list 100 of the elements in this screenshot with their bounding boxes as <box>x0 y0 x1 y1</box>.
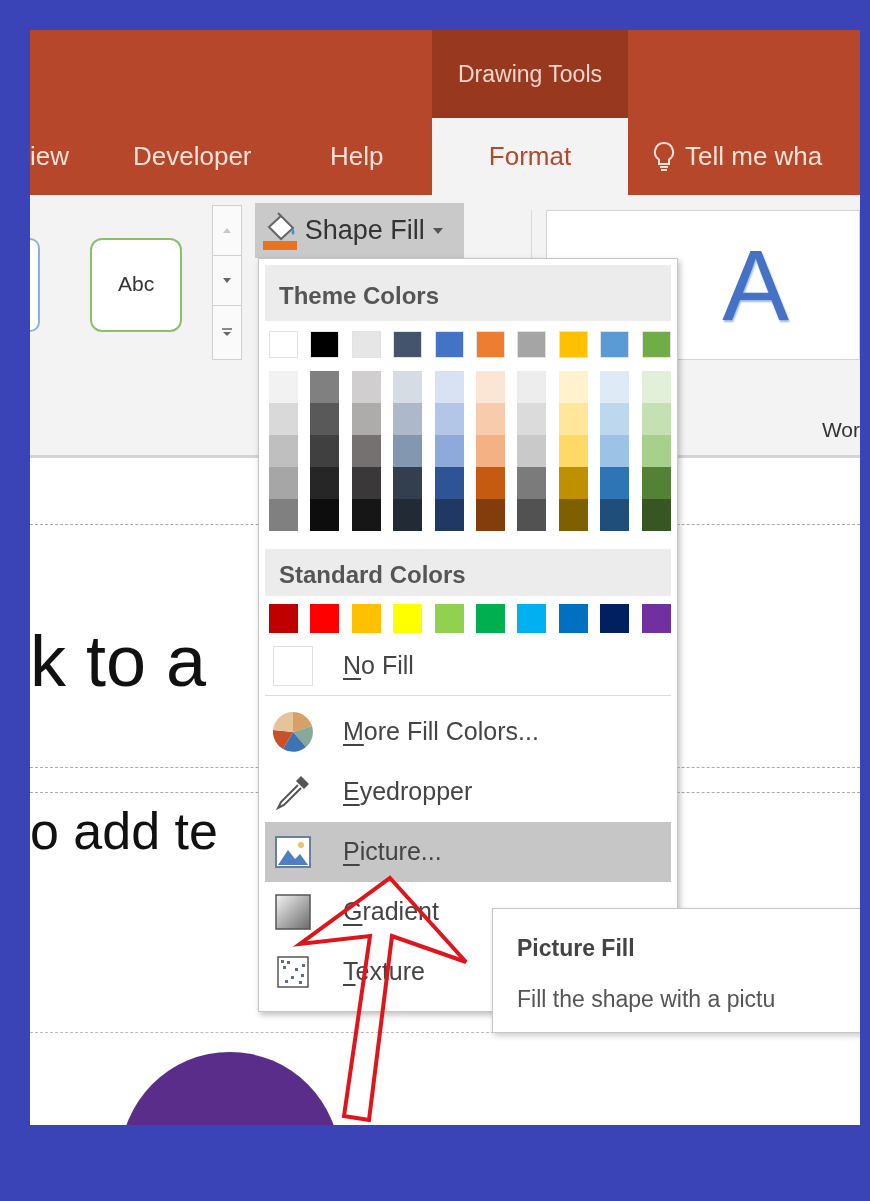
color-swatch[interactable] <box>558 331 588 358</box>
color-swatch[interactable] <box>641 435 671 467</box>
color-swatch[interactable] <box>475 604 505 633</box>
color-swatch[interactable] <box>393 499 423 531</box>
color-swatch[interactable] <box>434 467 464 499</box>
color-swatch[interactable] <box>351 403 381 435</box>
section-header: Standard Colors <box>265 549 671 596</box>
color-swatch[interactable] <box>517 435 547 467</box>
menu-item[interactable]: No Fill <box>265 641 671 691</box>
color-swatch[interactable] <box>310 331 340 358</box>
caret-down-icon <box>223 278 232 283</box>
shape-fill-button[interactable]: Shape Fill <box>254 203 465 258</box>
color-swatch[interactable] <box>558 604 588 633</box>
color-swatch[interactable] <box>517 467 547 499</box>
color-swatch[interactable] <box>475 499 505 531</box>
ribbon-tab[interactable]: iew <box>30 118 133 195</box>
color-swatch[interactable] <box>310 467 340 499</box>
color-swatch[interactable] <box>558 499 588 531</box>
color-swatch[interactable] <box>351 467 381 499</box>
color-swatch[interactable] <box>475 331 505 358</box>
color-swatch[interactable] <box>641 331 671 358</box>
color-swatch[interactable] <box>351 331 381 358</box>
color-swatch[interactable] <box>351 435 381 467</box>
color-swatch[interactable] <box>600 467 630 499</box>
color-swatch[interactable] <box>475 403 505 435</box>
section-header: Theme Colors <box>265 265 671 321</box>
menu-item[interactable]: More Fill Colors... <box>265 702 671 762</box>
tooltip-title: Picture Fill <box>517 934 635 963</box>
wordart-preview[interactable]: A <box>722 235 789 335</box>
color-swatch[interactable] <box>434 435 464 467</box>
ribbon-tab[interactable]: Format <box>432 118 628 195</box>
color-swatch[interactable] <box>600 499 630 531</box>
color-swatch[interactable] <box>393 467 423 499</box>
color-swatch[interactable] <box>393 604 423 633</box>
color-swatch[interactable] <box>475 467 505 499</box>
empty-square-icon <box>273 646 313 686</box>
color-swatch[interactable] <box>641 499 671 531</box>
color-swatch[interactable] <box>600 331 630 358</box>
tell-me-search[interactable]: Tell me wha <box>628 118 823 195</box>
color-swatch[interactable] <box>600 403 630 435</box>
color-swatch[interactable] <box>310 371 340 403</box>
color-swatch[interactable] <box>600 604 630 633</box>
lightbulb-icon <box>653 140 675 173</box>
color-wheel-icon <box>273 712 313 752</box>
color-swatch[interactable] <box>475 435 505 467</box>
color-swatch[interactable] <box>269 467 298 499</box>
color-swatch[interactable] <box>475 371 505 403</box>
color-swatch[interactable] <box>434 403 464 435</box>
color-swatch[interactable] <box>310 403 340 435</box>
slide-body-text: o add te <box>30 805 218 857</box>
color-swatch[interactable] <box>517 371 547 403</box>
color-swatch[interactable] <box>351 604 381 633</box>
color-swatch[interactable] <box>558 371 588 403</box>
ribbon-tab[interactable]: Developer <box>133 118 330 195</box>
group-label: Wor <box>821 417 860 444</box>
color-swatch[interactable] <box>641 371 671 403</box>
shape-style-preview[interactable] <box>30 238 40 332</box>
color-swatch[interactable] <box>558 435 588 467</box>
color-swatch[interactable] <box>393 435 423 467</box>
color-swatch[interactable] <box>517 604 547 633</box>
caret-up-icon <box>223 228 232 233</box>
color-swatch[interactable] <box>351 499 381 531</box>
color-swatch[interactable] <box>517 331 547 358</box>
caret-down-icon <box>432 227 443 234</box>
color-swatch[interactable] <box>434 331 464 358</box>
color-swatch[interactable] <box>351 371 381 403</box>
color-swatch[interactable] <box>393 331 423 358</box>
contextual-tab-label: Drawing Tools <box>432 30 628 118</box>
color-swatch[interactable] <box>600 435 630 467</box>
color-swatch[interactable] <box>434 371 464 403</box>
color-swatch[interactable] <box>310 435 340 467</box>
menu-item[interactable]: Picture... <box>265 822 671 882</box>
tooltip-text: Fill the shape with a pictu <box>517 984 776 1014</box>
color-swatch[interactable] <box>310 604 340 633</box>
more-icon <box>222 328 233 337</box>
color-swatch[interactable] <box>393 403 423 435</box>
color-swatch[interactable] <box>517 403 547 435</box>
color-swatch[interactable] <box>310 499 340 531</box>
color-swatch[interactable] <box>517 499 547 531</box>
color-swatch[interactable] <box>269 371 298 403</box>
texture-icon <box>277 956 309 988</box>
color-swatch[interactable] <box>269 604 298 633</box>
color-swatch[interactable] <box>558 403 588 435</box>
gradient-square-icon <box>275 894 311 930</box>
color-swatch[interactable] <box>434 499 464 531</box>
color-swatch[interactable] <box>269 435 298 467</box>
color-swatch[interactable] <box>600 371 630 403</box>
color-swatch[interactable] <box>269 499 298 531</box>
color-swatch[interactable] <box>393 371 423 403</box>
color-swatch[interactable] <box>269 331 298 358</box>
color-swatch[interactable] <box>434 604 464 633</box>
ribbon-tab[interactable]: Help <box>330 118 432 195</box>
slide-title-text: k to a <box>30 625 207 697</box>
color-swatch[interactable] <box>641 403 671 435</box>
color-swatch[interactable] <box>558 467 588 499</box>
color-swatch[interactable] <box>641 467 671 499</box>
shape-style-preview[interactable]: Abc <box>89 238 183 332</box>
color-swatch[interactable] <box>269 403 298 435</box>
menu-item[interactable]: Eyedropper <box>265 762 671 822</box>
color-swatch[interactable] <box>641 604 671 633</box>
